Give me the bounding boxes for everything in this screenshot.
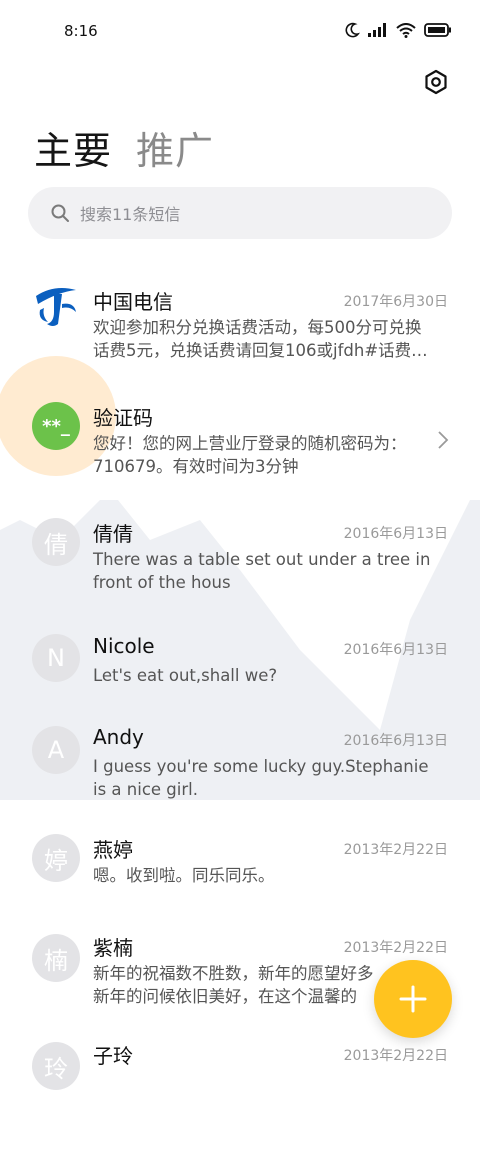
message-row[interactable]: A Andy 2016年6月13日 I guess you're some lu… [0, 725, 480, 834]
message-date: 2017年6月30日 [343, 294, 448, 310]
contact-name: Andy [93, 725, 144, 749]
china-telecom-logo-icon [32, 282, 80, 330]
search-placeholder: 搜索11条短信 [80, 205, 181, 224]
message-date: 2016年6月13日 [343, 733, 448, 749]
search-input[interactable]: 搜索11条短信 [28, 187, 452, 239]
battery-icon [424, 23, 451, 37]
settings-icon[interactable] [422, 68, 450, 96]
message-date: 2013年2月22日 [343, 940, 448, 956]
header-tabs: 主要 推广 [34, 120, 214, 175]
contact-avatar: 玲 [32, 1042, 80, 1090]
signal-icon [368, 23, 386, 37]
message-date: 2016年6月13日 [343, 642, 448, 658]
contact-avatar: 倩 [32, 518, 80, 566]
tab-main[interactable]: 主要 [34, 120, 112, 175]
message-row[interactable]: 玲 子玲 2013年2月22日 [0, 1042, 480, 1160]
new-message-button[interactable] [374, 960, 452, 1038]
message-preview: 您好！您的网上营业厅登录的随机密码为： 710679。有效时间为3分钟 [93, 434, 407, 476]
contact-avatar: N [32, 634, 80, 682]
chevron-right-icon [438, 431, 449, 449]
message-row[interactable]: 婷 燕婷 2013年2月22日 嗯。收到啦。同乐同乐。 [0, 834, 480, 934]
message-row[interactable]: **_ 验证码 您好！您的网上营业厅登录的随机密码为： 710679。有效时间为… [0, 356, 480, 502]
message-preview: 欢迎参加积分兑换话费活动，每500分可兑换 话费5元，兑换话费请回复106或jf… [93, 318, 428, 360]
message-date: 2013年2月22日 [343, 842, 448, 858]
contact-avatar: 婷 [32, 834, 80, 882]
moon-icon [345, 22, 360, 38]
status-bar: 8:16 [0, 0, 480, 60]
contact-name: 子玲 [93, 1044, 133, 1068]
verification-avatar: **_ [32, 402, 80, 450]
message-preview: 嗯。收到啦。同乐同乐。 [93, 866, 275, 885]
contact-avatar: 楠 [32, 934, 80, 982]
message-date: 2016年6月13日 [343, 526, 448, 542]
contact-avatar: A [32, 726, 80, 774]
contact-name: 验证码 [93, 406, 153, 430]
status-time: 8:16 [64, 22, 98, 40]
message-preview: I guess you're some lucky guy.Stephanie … [93, 757, 429, 799]
contact-name: 燕婷 [93, 838, 133, 862]
wifi-icon [396, 22, 416, 38]
tab-promotion[interactable]: 推广 [136, 120, 214, 175]
message-row[interactable]: N Nicole 2016年6月13日 Let's eat out,shall … [0, 618, 480, 734]
contact-name: 中国电信 [93, 290, 173, 314]
status-icons [344, 22, 452, 38]
contact-name: Nicole [93, 634, 155, 658]
plus-icon [399, 985, 427, 1013]
contact-name: 倩倩 [93, 522, 133, 546]
message-date: 2013年2月22日 [343, 1048, 448, 1064]
message-preview: There was a table set out under a tree i… [93, 550, 431, 592]
message-preview: Let's eat out,shall we? [93, 666, 278, 685]
contact-name: 紫楠 [93, 936, 133, 960]
message-row[interactable]: 倩 倩倩 2016年6月13日 There was a table set ou… [0, 502, 480, 618]
search-icon [51, 204, 69, 222]
